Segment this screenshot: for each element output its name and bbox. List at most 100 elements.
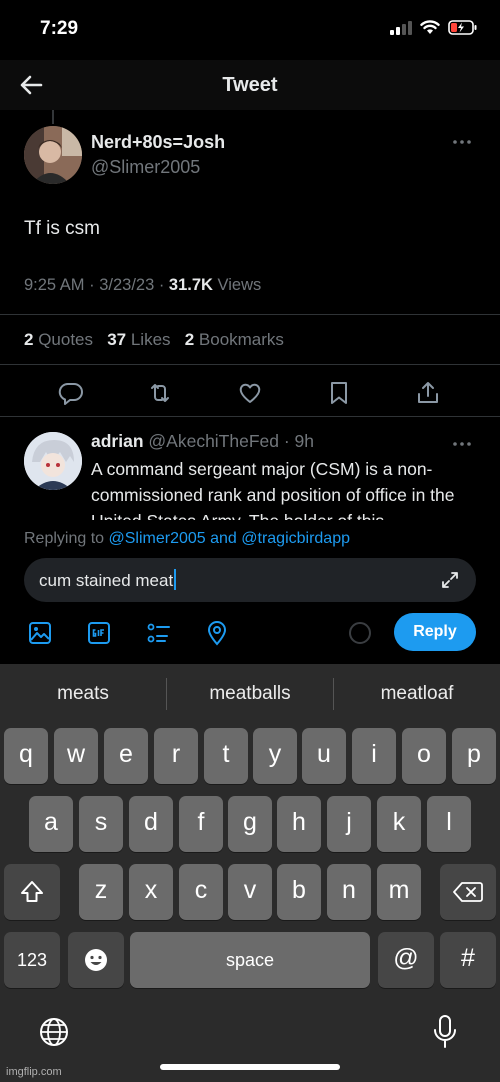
author-display-name[interactable]: Nerd+80s=Josh — [91, 132, 225, 153]
key-k[interactable]: k — [377, 796, 421, 852]
shift-key[interactable] — [4, 864, 60, 920]
expand-icon[interactable] — [440, 570, 460, 590]
autocomplete-bar: meats meatballs meatloaf — [0, 664, 500, 726]
home-indicator[interactable] — [160, 1064, 340, 1070]
author-handle[interactable]: @Slimer2005 — [91, 157, 200, 178]
share-icon[interactable] — [415, 380, 441, 406]
space-key[interactable]: space — [130, 932, 370, 988]
key-b[interactable]: b — [277, 864, 321, 920]
more-options-icon[interactable] — [452, 138, 472, 146]
key-g[interactable]: g — [228, 796, 272, 852]
numbers-key[interactable]: 123 — [4, 932, 60, 988]
reply-button[interactable]: Reply — [394, 613, 476, 651]
avatar-anime-icon — [24, 432, 82, 490]
divider — [0, 416, 500, 417]
quotes-stat[interactable]: 2 Quotes — [24, 330, 93, 349]
key-t[interactable]: t — [204, 728, 248, 784]
backspace-key[interactable] — [440, 864, 496, 920]
tweet-stats: 2 Quotes 37 Likes 2 Bookmarks — [24, 330, 284, 350]
avatar-photo-icon — [24, 126, 82, 184]
key-j[interactable]: j — [327, 796, 371, 852]
wifi-icon — [420, 20, 440, 34]
retweet-icon[interactable] — [147, 380, 173, 406]
reply-input[interactable]: cum stained meat — [24, 558, 476, 602]
reply-header: adrian @AkechiTheFed · 9h — [91, 431, 314, 452]
key-c[interactable]: c — [179, 864, 223, 920]
key-a[interactable]: a — [29, 796, 73, 852]
key-e[interactable]: e — [104, 728, 148, 784]
watermark: imgflip.com — [6, 1066, 62, 1078]
more-options-icon[interactable] — [452, 440, 472, 448]
suggestion-item[interactable]: meatballs — [167, 683, 333, 705]
key-y[interactable]: y — [253, 728, 297, 784]
shift-arrow-icon — [21, 881, 43, 902]
replying-to: Replying to @Slimer2005 and @tragicbirda… — [24, 530, 350, 548]
gif-icon[interactable] — [86, 620, 112, 646]
key-v[interactable]: v — [228, 864, 272, 920]
tweet-meta: 9:25 AM · 3/23/23 · 31.7K Views — [24, 276, 261, 295]
reply-tweet[interactable]: adrian @AkechiTheFed · 9h A command serg… — [0, 418, 500, 520]
microphone-icon[interactable] — [432, 1014, 458, 1050]
thread-line — [52, 110, 54, 124]
key-d[interactable]: d — [129, 796, 173, 852]
key-z[interactable]: z — [79, 864, 123, 920]
poll-icon[interactable] — [145, 620, 171, 646]
reply-input-value[interactable]: cum stained meat — [39, 571, 173, 590]
replying-to-users[interactable]: @Slimer2005 and @tragicbirdapp — [109, 530, 351, 547]
key-u[interactable]: u — [302, 728, 346, 784]
cellular-signal-icon — [390, 20, 412, 35]
key-h[interactable]: h — [277, 796, 321, 852]
suggestion-item[interactable]: meatloaf — [334, 683, 500, 705]
status-bar: 7:29 — [0, 0, 500, 60]
tweet-actions — [0, 380, 500, 420]
reply-icon[interactable] — [58, 380, 84, 406]
reply-text: A command sergeant major (CSM) is a non-… — [91, 459, 455, 520]
likes-stat[interactable]: 37 Likes — [107, 330, 170, 349]
reply-handle[interactable]: @AkechiTheFed — [144, 431, 279, 451]
reply-display-name[interactable]: adrian — [91, 431, 144, 451]
key-l[interactable]: l — [427, 796, 471, 852]
tweet-timestamp[interactable]: 9:25 AM · 3/23/23 · — [24, 276, 169, 294]
key-q[interactable]: q — [4, 728, 48, 784]
key-s[interactable]: s — [79, 796, 123, 852]
views-count: 31.7K — [168, 276, 213, 294]
author-avatar[interactable] — [24, 126, 82, 184]
status-icons — [390, 20, 478, 35]
key-i[interactable]: i — [352, 728, 396, 784]
keyboard: meats meatballs meatloaf q w e r t y u i… — [0, 664, 500, 1082]
bookmark-icon[interactable] — [326, 380, 352, 406]
page-title: Tweet — [222, 74, 278, 96]
battery-charging-icon — [448, 20, 477, 35]
key-m[interactable]: m — [377, 864, 421, 920]
emoji-icon — [85, 949, 107, 971]
globe-icon[interactable] — [38, 1016, 70, 1048]
views-label: Views — [212, 276, 262, 294]
replying-to-label: Replying to — [24, 530, 109, 547]
suggestion-item[interactable]: meats — [0, 683, 166, 705]
reply-time: · 9h — [279, 431, 315, 451]
hash-key[interactable]: # — [440, 932, 496, 988]
divider — [0, 364, 500, 365]
nav-header: Tweet — [0, 60, 500, 110]
text-caret — [174, 569, 177, 590]
image-icon[interactable] — [27, 620, 53, 646]
status-time: 7:29 — [40, 18, 79, 39]
emoji-key[interactable] — [68, 932, 124, 988]
key-o[interactable]: o — [402, 728, 446, 784]
like-heart-icon[interactable] — [237, 380, 263, 406]
key-w[interactable]: w — [54, 728, 98, 784]
reply-composer: Replying to @Slimer2005 and @tragicbirda… — [0, 520, 500, 664]
key-r[interactable]: r — [154, 728, 198, 784]
location-icon[interactable] — [204, 620, 230, 646]
key-f[interactable]: f — [179, 796, 223, 852]
key-p[interactable]: p — [452, 728, 496, 784]
character-count-ring — [349, 622, 371, 644]
reply-author-avatar[interactable] — [24, 432, 82, 490]
backspace-icon — [453, 882, 483, 902]
tweet-text: Tf is csm — [24, 218, 100, 239]
key-n[interactable]: n — [327, 864, 371, 920]
divider — [0, 314, 500, 315]
at-key[interactable]: @ — [378, 932, 434, 988]
bookmarks-stat[interactable]: 2 Bookmarks — [185, 330, 284, 349]
key-x[interactable]: x — [129, 864, 173, 920]
